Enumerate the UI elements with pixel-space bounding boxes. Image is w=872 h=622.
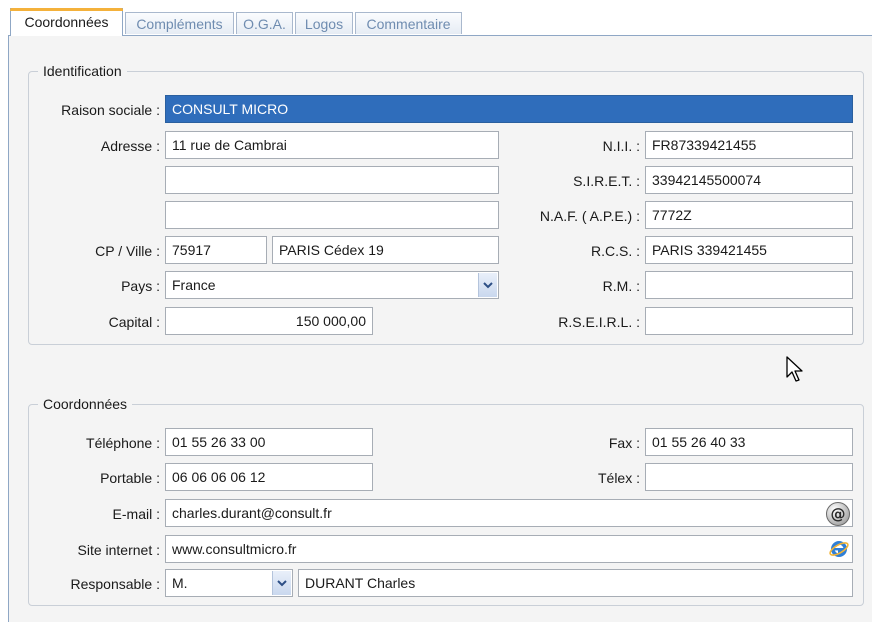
rm-field[interactable] (645, 271, 853, 299)
identification-legend: Identification (38, 62, 127, 80)
telephone-field[interactable]: 01 55 26 33 00 (165, 428, 373, 456)
civilite-select[interactable]: M. (165, 569, 293, 597)
capital-label: Capital : (108, 314, 160, 330)
telex-field[interactable] (645, 463, 853, 491)
cp-field[interactable]: 75917 (165, 236, 267, 264)
site-internet-label: Site internet : (77, 542, 161, 558)
adresse-line1-field[interactable]: 11 rue de Cambrai (165, 131, 499, 159)
mouse-pointer-icon (786, 356, 803, 382)
coordonnees-legend: Coordonnées (38, 395, 133, 413)
rcs-label: R.C.S. : (590, 243, 640, 259)
tab-coordonnees[interactable]: Coordonnées (10, 8, 123, 36)
raison-sociale-label: Raison sociale : (61, 102, 160, 118)
adresse-line2-field[interactable] (165, 166, 499, 194)
civilite-value: M. (172, 575, 188, 591)
telephone-label: Téléphone : (86, 435, 160, 451)
site-internet-field[interactable]: www.consultmicro.fr (165, 535, 853, 563)
internet-explorer-icon[interactable] (828, 538, 850, 560)
fax-label: Fax : (608, 435, 640, 451)
email-label: E-mail : (112, 506, 160, 522)
email-field[interactable]: charles.durant@consult.fr @ (165, 499, 853, 527)
cp-ville-label: CP / Ville : (95, 243, 160, 259)
chevron-down-icon[interactable] (478, 273, 497, 297)
naf-label: N.A.F. ( A.P.E.) : (539, 208, 640, 224)
at-sign-icon[interactable]: @ (826, 502, 850, 526)
naf-field[interactable]: 7772Z (645, 201, 853, 229)
adresse-line3-field[interactable] (165, 201, 499, 229)
tab-commentaire[interactable]: Commentaire (355, 12, 462, 34)
site-internet-value: www.consultmicro.fr (172, 541, 297, 557)
pays-label: Pays : (121, 278, 160, 294)
tab-label: Compléments (136, 16, 223, 32)
tab-complements[interactable]: Compléments (125, 12, 234, 34)
tab-label: Logos (304, 16, 344, 32)
siret-label: S.I.R.E.T. : (573, 173, 640, 189)
capital-field[interactable]: 150 000,00 (165, 307, 373, 335)
nii-label: N.I.I. : (602, 138, 640, 154)
chevron-down-icon[interactable] (272, 571, 291, 595)
pays-select[interactable]: France (165, 271, 499, 299)
email-value: charles.durant@consult.fr (172, 505, 332, 521)
ville-field[interactable]: PARIS Cédex 19 (272, 236, 499, 264)
tab-oga[interactable]: O.G.A. (236, 12, 293, 34)
tab-logos[interactable]: Logos (295, 12, 353, 34)
tab-label: O.G.A. (243, 16, 286, 32)
responsable-label: Responsable : (70, 576, 160, 592)
tab-label: Coordonnées (24, 14, 109, 30)
nii-field[interactable]: FR87339421455 (645, 131, 853, 159)
rseirl-field[interactable] (645, 307, 853, 335)
telex-label: Télex : (597, 470, 640, 486)
responsable-nom-field[interactable]: DURANT Charles (298, 569, 853, 597)
fax-field[interactable]: 01 55 26 40 33 (645, 428, 853, 456)
raison-sociale-field[interactable]: CONSULT MICRO (165, 95, 853, 123)
rcs-field[interactable]: PARIS 339421455 (645, 236, 853, 264)
portable-label: Portable : (100, 470, 160, 486)
rseirl-label: R.S.E.I.R.L. : (558, 314, 640, 330)
tab-label: Commentaire (366, 16, 451, 32)
rm-label: R.M. : (602, 278, 640, 294)
portable-field[interactable]: 06 06 06 06 12 (165, 463, 373, 491)
pays-value: France (172, 277, 216, 293)
adresse-label: Adresse : (100, 138, 160, 154)
siret-field[interactable]: 33942145500074 (645, 166, 853, 194)
